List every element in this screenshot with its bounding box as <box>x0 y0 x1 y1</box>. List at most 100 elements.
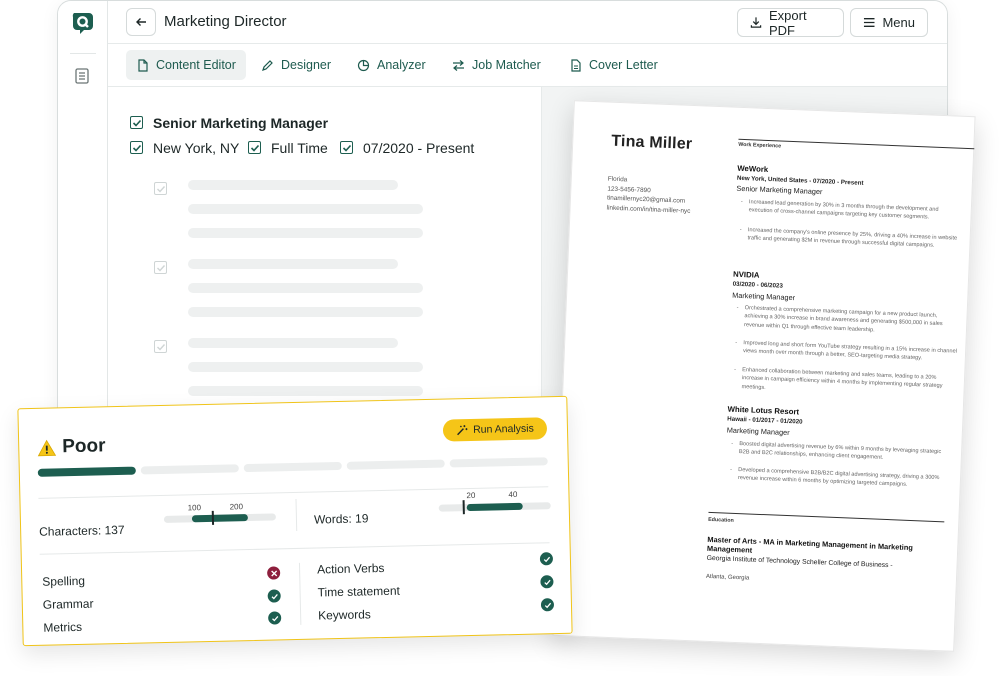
export-pdf-label: Export PDF <box>769 7 807 38</box>
section-rule <box>708 511 945 523</box>
position-dates[interactable]: 07/2020 - Present <box>363 140 474 156</box>
job-bullet: Orchestrated a comprehensive marketing c… <box>736 304 959 338</box>
title-checkbox[interactable] <box>130 116 143 129</box>
position-type[interactable]: Full Time <box>271 140 328 156</box>
check-spelling: Spelling <box>42 573 86 589</box>
score-segment <box>243 461 342 473</box>
job-location-dates: 03/2020 - 06/2023 <box>732 280 783 290</box>
placeholder-line <box>188 228 423 238</box>
placeholder-line <box>188 362 423 372</box>
check-action-verbs: Action Verbs <box>316 560 385 577</box>
pass-icon <box>540 598 555 612</box>
pass-icon <box>539 552 554 566</box>
job-company: White Lotus Resort <box>727 404 800 417</box>
tab-label: Designer <box>281 58 332 72</box>
check-icon <box>156 264 165 272</box>
job-bullet: Improved long and short form YouTube str… <box>735 339 957 364</box>
school-location: Atlanta, Georgia <box>705 573 750 582</box>
export-pdf-button[interactable]: Export PDF <box>737 7 844 38</box>
characters-min-label: 100 <box>187 503 202 513</box>
tab-label: Cover Letter <box>589 58 658 72</box>
job-bullet: Increased lead generation by 30% in 3 mo… <box>740 198 962 223</box>
words-count: Words: 19 <box>313 511 369 527</box>
check-icon <box>250 144 259 152</box>
dates-checkbox[interactable] <box>340 141 353 154</box>
bullet-checkbox[interactable] <box>154 182 167 195</box>
score-progress <box>37 457 548 477</box>
bullet-checkbox[interactable] <box>154 261 167 274</box>
check-icon <box>342 144 351 152</box>
range-target-band <box>466 502 523 512</box>
pass-icon <box>267 589 281 603</box>
check-icon <box>132 144 141 152</box>
vertical-divider <box>298 562 302 625</box>
job-company: WeWork <box>737 163 769 174</box>
run-analysis-label: Run Analysis <box>472 422 534 436</box>
job-bullet: Developed a comprehensive B2B/B2C digita… <box>730 466 952 491</box>
hamburger-icon <box>863 17 875 28</box>
type-checkbox[interactable] <box>248 141 261 154</box>
pass-icon <box>268 611 282 625</box>
run-analysis-button[interactable]: Run Analysis <box>442 417 548 442</box>
vertical-divider <box>295 498 298 531</box>
app-logo-icon[interactable] <box>70 10 96 36</box>
check-icon <box>156 185 165 193</box>
pass-icon <box>540 575 554 589</box>
check-icon <box>543 556 550 562</box>
location-checkbox[interactable] <box>130 141 143 154</box>
tab-bar: Content Editor Designer Analyzer Job Mat… <box>108 44 947 87</box>
score-segment <box>449 457 548 468</box>
document-icon <box>571 58 581 72</box>
x-icon <box>270 569 277 577</box>
position-title[interactable]: Senior Marketing Manager <box>153 115 328 131</box>
words-range <box>438 500 551 515</box>
menu-label: Menu <box>882 15 915 30</box>
characters-max-label: 200 <box>229 502 244 512</box>
job-role: Marketing Manager <box>732 290 796 303</box>
characters-range <box>163 510 276 525</box>
document-list-icon[interactable] <box>75 68 89 84</box>
analysis-card: Poor Run Analysis Characters: 137 100 20… <box>17 395 573 647</box>
position-location[interactable]: New York, NY <box>153 140 239 156</box>
resume-contact: Florida 123-5456-7890 tinamillernyc20@gm… <box>606 175 691 216</box>
words-max-label: 40 <box>508 489 518 500</box>
job-bullet: Increased the company's online presence … <box>739 226 961 251</box>
menu-button[interactable]: Menu <box>850 8 928 37</box>
tab-label: Job Matcher <box>472 58 541 72</box>
resume-name: Tina Miller <box>610 132 693 153</box>
placeholder-line <box>188 338 398 348</box>
work-heading: Work Experience <box>738 141 782 150</box>
rail-divider <box>70 53 96 54</box>
check-icon <box>543 579 551 585</box>
bullet-checkbox[interactable] <box>154 340 167 353</box>
magic-wand-icon <box>457 425 468 436</box>
tab-analyzer[interactable]: Analyzer <box>347 50 436 80</box>
check-icon <box>271 593 278 599</box>
tab-designer[interactable]: Designer <box>251 50 341 80</box>
arrow-left-icon <box>136 18 146 26</box>
placeholder-line <box>188 386 423 396</box>
tab-cover-letter[interactable]: Cover Letter <box>559 50 668 80</box>
job-role: Marketing Manager <box>726 425 790 438</box>
tab-job-matcher[interactable]: Job Matcher <box>442 50 551 80</box>
check-icon <box>132 119 141 127</box>
check-icon <box>544 602 551 608</box>
placeholder-line <box>188 204 423 214</box>
resume-preview: Tina Miller Florida 123-5456-7890 tinami… <box>552 100 976 652</box>
check-icon <box>271 615 278 621</box>
warning-icon <box>37 439 57 456</box>
range-target-band <box>191 514 248 523</box>
check-icon <box>156 343 165 351</box>
score-label: Poor <box>62 435 106 458</box>
divider <box>39 542 550 555</box>
back-button[interactable] <box>126 8 156 36</box>
check-keywords: Keywords <box>317 607 371 623</box>
arrows-icon <box>453 59 464 71</box>
tab-content-editor[interactable]: Content Editor <box>126 50 246 80</box>
check-grammar: Grammar <box>42 596 94 612</box>
score-segment <box>37 466 136 477</box>
top-bar: Marketing Director Export PDF Menu <box>108 1 947 44</box>
tab-label: Content Editor <box>156 58 236 72</box>
score-heading: Poor <box>37 435 106 459</box>
placeholder-line <box>188 307 423 317</box>
